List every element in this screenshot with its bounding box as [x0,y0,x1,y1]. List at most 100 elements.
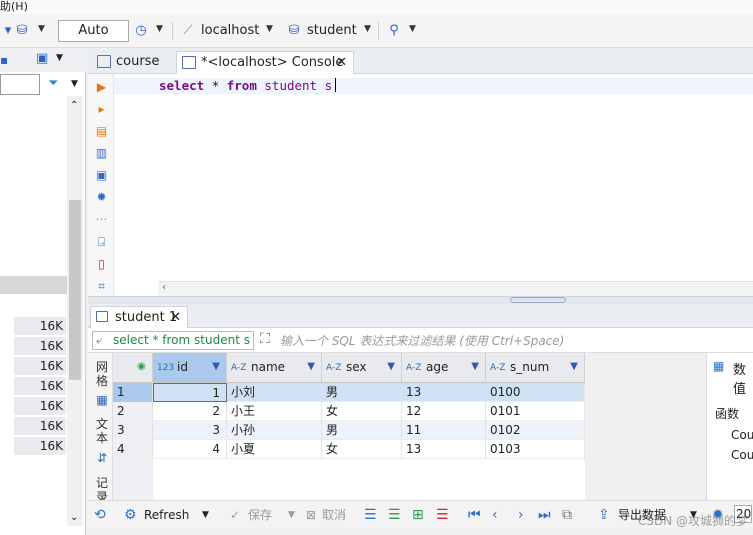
tab-course[interactable]: course [92,51,176,74]
chevron-down-icon[interactable]: ▼ [71,79,78,89]
scroll-down-icon[interactable]: ⌄ [70,512,78,523]
edit-row-icon[interactable]: ☰ [364,507,377,523]
copy-row-icon[interactable]: ⊞ [412,507,424,523]
text-view-tab[interactable]: 文本 [95,417,109,447]
cell-name[interactable]: 小王 [227,402,322,421]
datasource-selector[interactable]: localhost [201,23,259,38]
menu-help[interactable]: 助(H) [0,0,28,14]
export-icon[interactable]: ⇪ [598,507,610,523]
panel-title[interactable]: 数值 [733,359,753,397]
column-header-name[interactable]: A-Z name ▼ [227,353,322,383]
cell-age[interactable]: 11 [402,421,486,440]
cell-s-num[interactable]: 0103 [486,440,585,459]
filter-icon[interactable]: ⏷ [48,76,58,91]
cell-sex[interactable]: 女 [322,440,402,459]
grid-view-tab[interactable]: 网格 [95,360,109,390]
chevron-down-icon[interactable]: ▼ [156,24,163,34]
close-icon[interactable]: ✕ [336,52,347,74]
chevron-down-icon[interactable]: ▼ [387,353,395,381]
chevron-down-icon[interactable]: ▼ [471,353,479,381]
chevron-down-icon[interactable]: ▼ [288,507,295,523]
cell-s-num[interactable]: 0102 [486,421,585,440]
sql-editor[interactable] [88,74,753,296]
chevron-down-icon[interactable]: ▼ [364,24,371,34]
export-icon[interactable]: ⍈ [95,236,108,249]
cell-sex[interactable]: 男 [322,383,402,402]
script-error-icon[interactable]: ▯ [95,258,108,271]
cell-sex[interactable]: 女 [322,402,402,421]
chevron-down-icon[interactable]: ▼ [266,24,273,34]
chevron-down-icon[interactable]: ▼ [409,24,416,34]
column-header-id[interactable]: 123 id ▼ [153,353,227,383]
database-selector[interactable]: student [307,23,357,38]
navigator-filter-input[interactable] [0,74,40,95]
terminal-icon[interactable]: ▣ [95,169,108,182]
cell-name[interactable]: 小孙 [227,421,322,440]
function-item[interactable]: Cou [731,428,753,442]
fetch-all-icon[interactable]: ⧉ [562,507,572,523]
settings-icon[interactable]: ✹ [95,191,108,204]
cancel-button[interactable]: 取消 [322,507,346,523]
more-icon[interactable]: ⋯ [95,213,108,226]
chevron-down-icon[interactable]: ▼ [202,507,209,523]
scrollbar-thumb[interactable] [69,200,81,380]
function-item[interactable]: Cou [731,448,753,462]
link-icon[interactable]: ▪ [0,53,8,67]
cell-name[interactable]: 小夏 [227,440,322,459]
cell-s-num[interactable]: 0101 [486,402,585,421]
add-row-icon[interactable]: ☰ [388,507,401,523]
column-header-s-num[interactable]: A-Z s_num ▼ [486,353,585,383]
column-header-age[interactable]: A-Z age ▼ [402,353,486,383]
sql-text[interactable]: select * from student s [159,78,337,93]
cell-s-num[interactable]: 0100 [486,383,585,402]
cell-id[interactable]: 4 [153,440,227,459]
table-row[interactable]: 2 2 小王 女 12 0101 [113,402,585,421]
transaction-mode-select[interactable]: Auto [58,20,129,42]
chevron-down-icon[interactable]: ▼ [307,353,315,381]
explain-icon[interactable]: ▥ [95,147,108,160]
cell-age[interactable]: 13 [402,440,486,459]
execute-script-icon[interactable]: ▤ [95,125,108,138]
panel-splitter[interactable] [88,296,753,304]
table-row[interactable]: 1 1 小刘 男 13 0100 [113,383,585,402]
last-page-icon[interactable]: ⏭ [538,507,551,523]
format-icon[interactable]: ⌗ [95,280,108,293]
cell-sex[interactable]: 男 [322,421,402,440]
splitter-handle[interactable] [510,297,566,303]
scroll-left-icon[interactable]: ‹ [162,282,166,293]
chevron-down-icon[interactable]: ▼ [212,353,220,381]
chevron-down-icon[interactable]: ▼ [570,353,578,381]
close-icon[interactable]: ✕ [170,307,181,329]
history-icon[interactable]: ◷ [133,23,149,39]
cell-id[interactable]: 2 [153,402,227,421]
prev-page-icon[interactable]: ‹ [492,507,498,523]
next-page-icon[interactable]: › [518,507,524,523]
cell-id[interactable]: 1 [153,383,227,402]
delete-row-icon[interactable]: ☰ [436,507,449,523]
table-row[interactable]: 4 4 小夏 女 13 0103 [113,440,585,459]
cell-name[interactable]: 小刘 [227,383,322,402]
tab-console[interactable]: *<localhost> Console ✕ [176,51,354,74]
refresh-icon[interactable]: ⚙ [124,507,137,523]
save-button[interactable]: 保存 [248,507,272,523]
first-page-icon[interactable]: ⏮ [468,507,481,523]
cell-id[interactable]: 3 [153,421,227,440]
grid-icon[interactable]: ▦ [95,393,109,407]
refresh-button[interactable]: Refresh [144,507,189,523]
query-text[interactable]: ⤶ select * from student s [92,331,254,350]
column-header-sex[interactable]: A-Z sex ▼ [322,353,402,383]
cell-age[interactable]: 12 [402,402,486,421]
record-view-tab[interactable]: 记录 [95,476,109,504]
execute-icon[interactable]: ▶ [95,81,108,94]
execute-new-tab-icon[interactable]: ▸ [95,103,108,116]
filter-input[interactable]: 输入一个 SQL 表达式来过滤结果 (使用 Ctrl+Space) [280,332,564,349]
table-row[interactable]: 3 3 小孙 男 11 0102 [113,421,585,440]
chevron-down-icon[interactable]: ▼ [38,24,45,34]
panel-toggle-icon[interactable]: ⟲ [94,507,106,523]
search-icon[interactable]: ⚲ [386,23,402,39]
cell-age[interactable]: 13 [402,383,486,402]
navigator-selected-row[interactable] [0,276,67,294]
collapse-icon[interactable]: ▣ [36,51,48,66]
expand-icon[interactable]: ⛶ [260,331,270,347]
tab-results[interactable]: student 1 ✕ [90,306,188,329]
